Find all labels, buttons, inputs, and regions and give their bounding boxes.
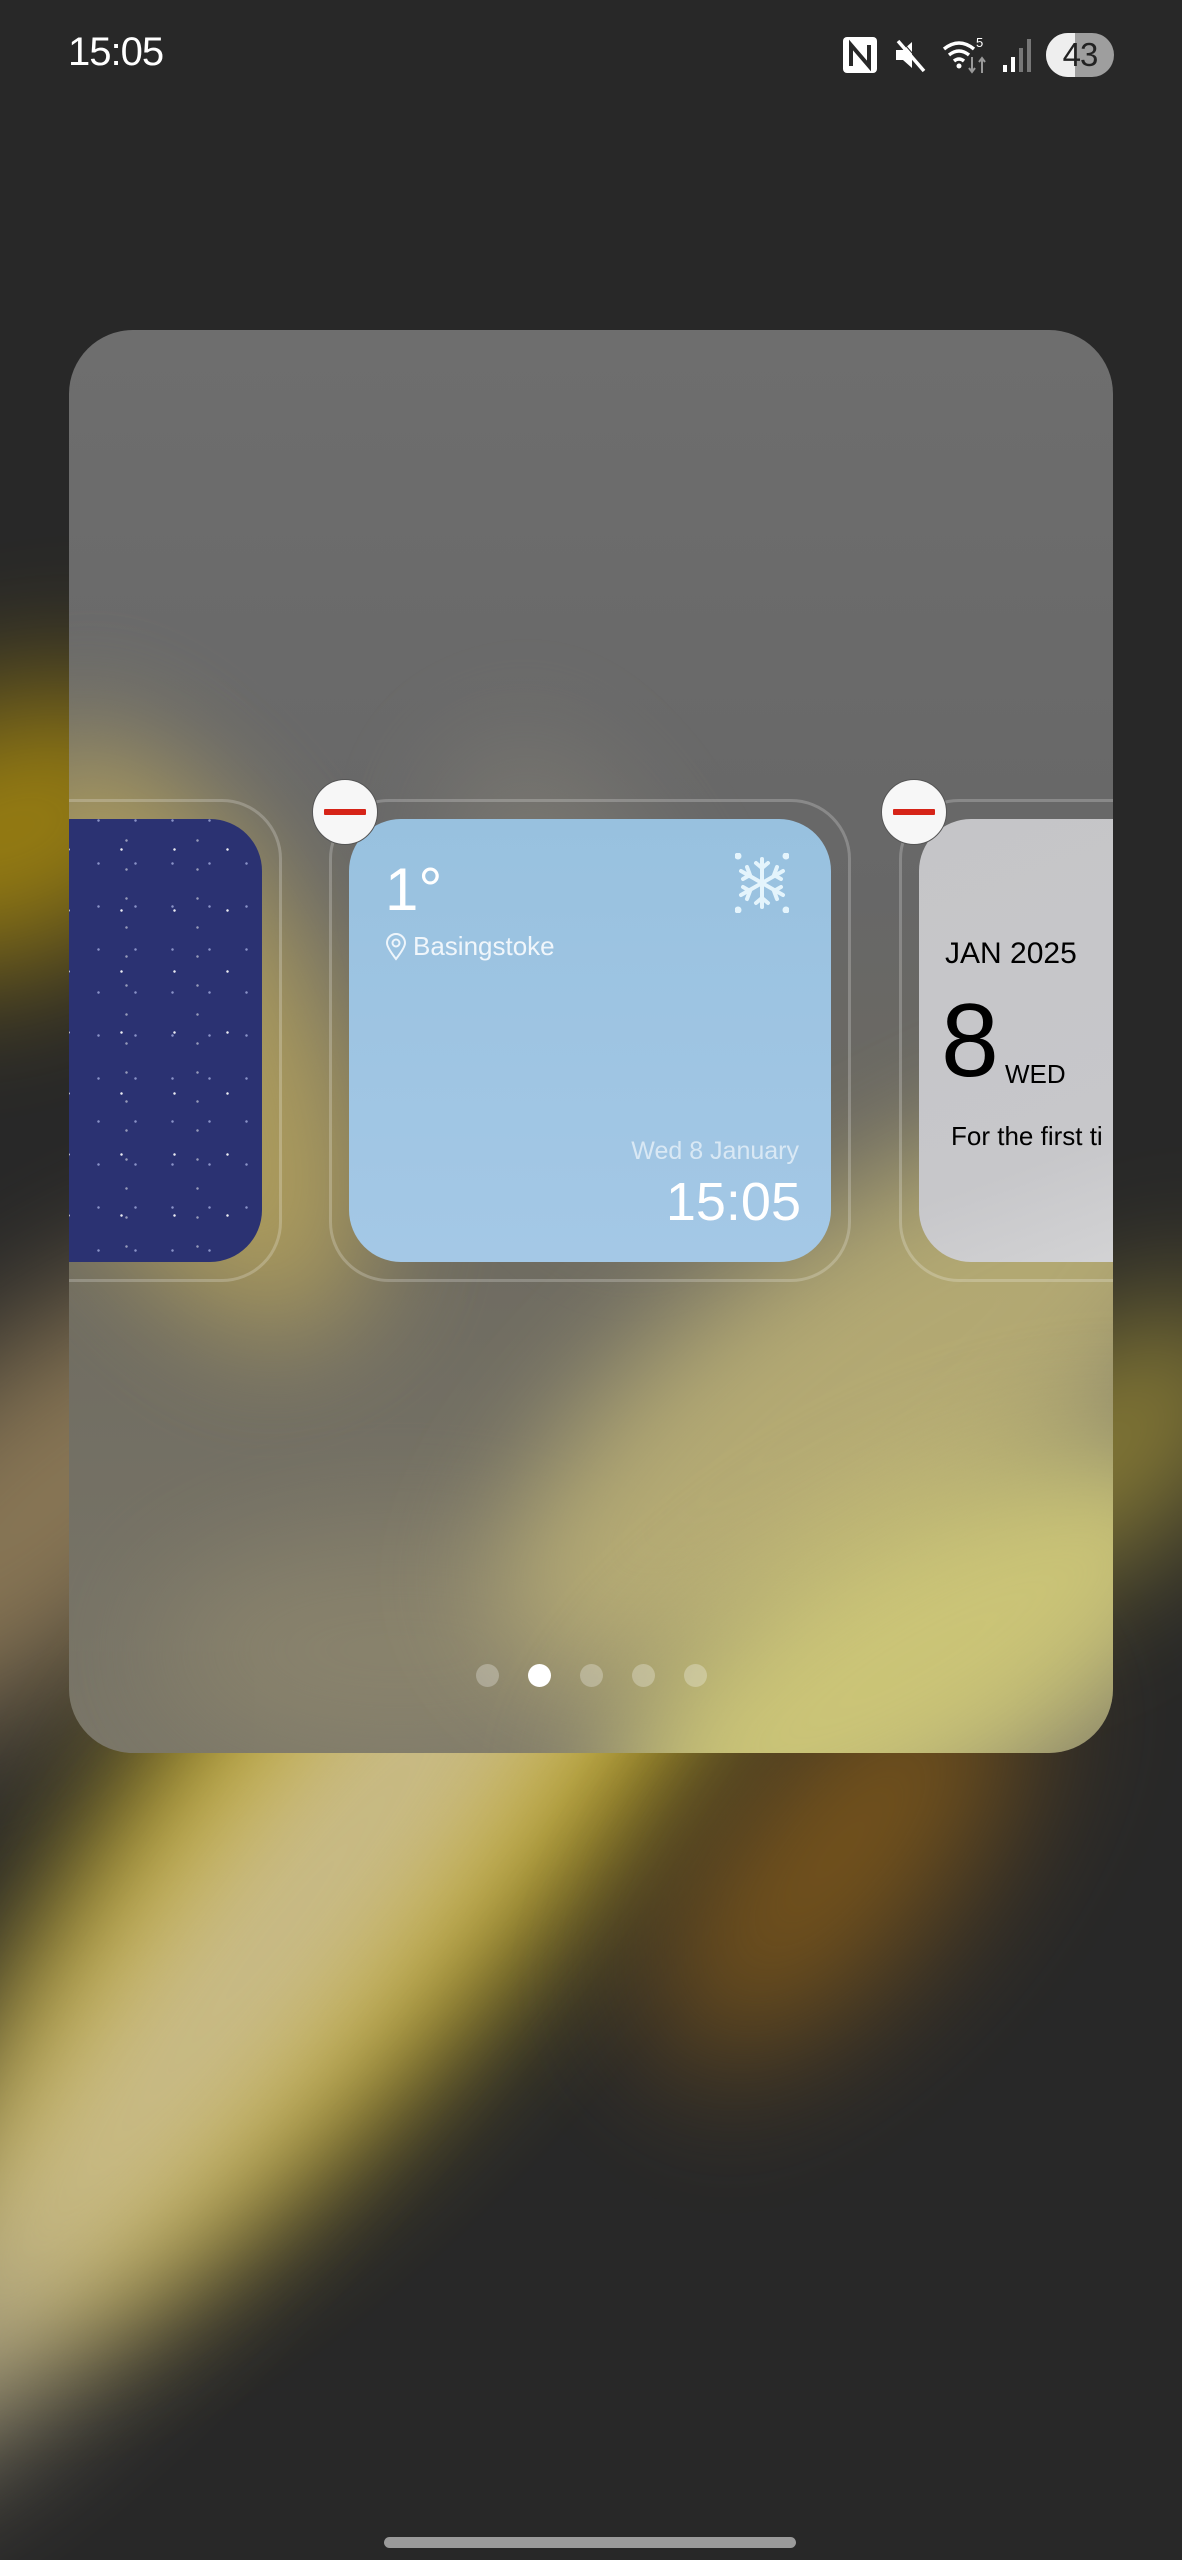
page-dot-2[interactable] [527, 1664, 551, 1687]
calendar-day-number: 8 [941, 983, 999, 1099]
minus-icon [324, 809, 366, 815]
nfc-icon [842, 36, 878, 74]
mute-icon [892, 37, 928, 73]
remove-weather-widget-button[interactable] [312, 779, 378, 845]
wifi-icon: 5 [942, 35, 988, 75]
signal-icon [1002, 37, 1032, 73]
home-indicator[interactable] [384, 2537, 796, 2548]
svg-text:5: 5 [976, 35, 983, 50]
widget-picker-panel: 1° Basingstoke Wed 8 January 15:05 JAN 2… [69, 330, 1113, 1753]
page-dot-4[interactable] [631, 1664, 655, 1687]
widget-carousel[interactable]: 1° Basingstoke Wed 8 January 15:05 JAN 2… [69, 330, 1113, 1753]
location-name: Basingstoke [413, 931, 555, 961]
status-bar: 15:05 5 43 [0, 0, 1182, 110]
starry-sky-widget[interactable] [69, 819, 262, 1262]
page-dot-1[interactable] [475, 1664, 499, 1687]
snowflake-icon [734, 852, 790, 918]
calendar-note: For the first ti [951, 1121, 1103, 1151]
battery-level: 43 [1062, 36, 1099, 73]
weather-widget[interactable]: 1° Basingstoke Wed 8 January 15:05 [349, 819, 831, 1262]
remove-calendar-widget-button[interactable] [881, 779, 947, 845]
weather-temperature: 1° [385, 856, 443, 923]
page-dot-5[interactable] [683, 1664, 707, 1687]
page-dot-3[interactable] [579, 1664, 603, 1687]
battery-indicator: 43 [1046, 33, 1114, 77]
page-indicator [69, 1664, 1113, 1687]
status-time: 15:05 [68, 30, 164, 74]
minus-icon [893, 809, 935, 815]
status-icons: 5 43 [842, 32, 1114, 78]
weather-date: Wed 8 January [631, 1137, 799, 1165]
calendar-month-year: JAN 2025 [945, 937, 1077, 970]
location-pin-icon [385, 932, 407, 961]
calendar-weekday: WED [1005, 1059, 1066, 1089]
calendar-widget[interactable]: JAN 2025 8 WED For the first ti [919, 819, 1113, 1262]
weather-location: Basingstoke [385, 931, 555, 962]
weather-time: 15:05 [665, 1172, 801, 1232]
